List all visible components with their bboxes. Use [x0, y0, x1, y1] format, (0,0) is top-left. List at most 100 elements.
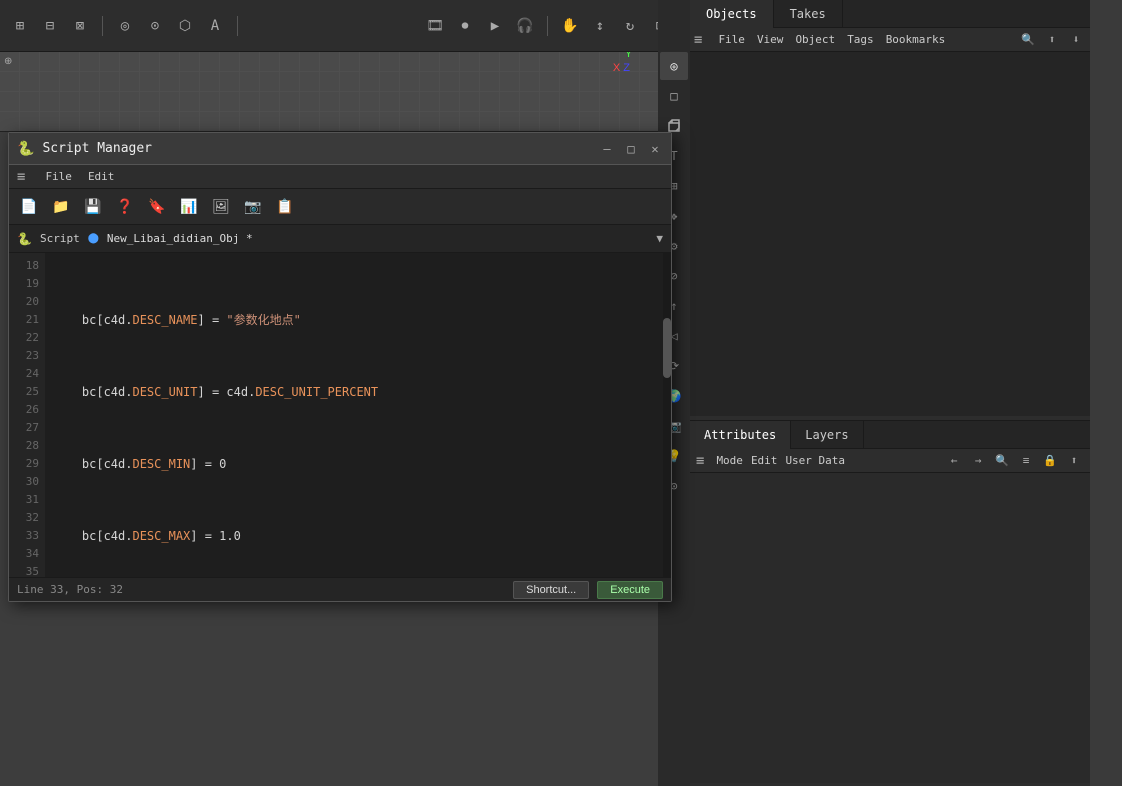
- script-dot-icon: ⬤: [88, 233, 99, 244]
- scrollbar-thumb[interactable]: [663, 318, 671, 378]
- film-icon[interactable]: 🎞: [423, 14, 447, 38]
- grid-icon[interactable]: ⊟: [38, 14, 62, 38]
- attr-menubar: ≡ Mode Edit User Data ← → 🔍 ≡ 🔒 ⬆: [690, 449, 1090, 473]
- attr-mode-menu[interactable]: Mode: [716, 454, 743, 467]
- tab-objects[interactable]: Objects: [690, 0, 774, 28]
- text-icon[interactable]: A: [203, 14, 227, 38]
- image-icon[interactable]: 🖼: [207, 193, 235, 221]
- tab-takes[interactable]: Takes: [774, 0, 843, 28]
- camera-icon: ⊕: [4, 56, 12, 67]
- attributes-content[interactable]: [690, 473, 1090, 783]
- shortcut-button[interactable]: Shortcut...: [513, 581, 589, 599]
- axis-z-label: Z: [623, 62, 630, 74]
- circle-icon[interactable]: ◎: [113, 14, 137, 38]
- script-python-icon: 🐍: [17, 141, 34, 157]
- code-line-19: bc[c4d.DESC_UNIT] = c4d.DESC_UNIT_PERCEN…: [53, 383, 663, 401]
- objects-panel: Objects Takes ≡ File View Object Tags Bo…: [690, 0, 1090, 420]
- script-selector: 🐍 Script ⬤ New_Libai_didian_Obj * ▼: [9, 225, 671, 253]
- script-menu-hamburger[interactable]: ≡: [17, 169, 25, 185]
- headset-icon[interactable]: 🎧: [513, 14, 537, 38]
- line-num-19: 19: [9, 275, 39, 293]
- code-editor[interactable]: 18 19 20 21 22 23 24 25 26 27 28 29 30 3…: [9, 253, 671, 577]
- objects-search-icon[interactable]: 🔍: [1018, 30, 1038, 50]
- objects-up-icon[interactable]: ⬆: [1042, 30, 1062, 50]
- viewport-grid: [0, 52, 680, 131]
- 3d-viewport[interactable]: X Z Y ⊕: [0, 52, 680, 132]
- separator-1: [102, 16, 103, 36]
- code-scrollbar[interactable]: [663, 253, 671, 577]
- top-toolbar: ⊞ ⊟ ⊠ ◎ ⊙ ⬡ A 🎞 ⏺ ▶ 🎧 ✋ ↕ ↻ ⊡: [0, 0, 680, 52]
- line-numbers: 18 19 20 21 22 23 24 25 26 27 28 29 30 3…: [9, 253, 45, 577]
- strip-cursor-icon[interactable]: ◎: [660, 52, 688, 80]
- script-title-left: 🐍 Script Manager: [17, 141, 152, 157]
- select-icon[interactable]: ⊠: [68, 14, 92, 38]
- line-num-21: 21: [9, 311, 39, 329]
- attr-back-icon[interactable]: ←: [944, 451, 964, 471]
- attr-search-icon[interactable]: 🔍: [992, 451, 1012, 471]
- line-num-24: 24: [9, 365, 39, 383]
- script-manager-window: 🐍 Script Manager — □ ✕ ≡ File Edit 📄 📁 💾…: [8, 132, 672, 602]
- line-num-35: 35: [9, 563, 39, 577]
- script-edit-menu[interactable]: Edit: [88, 170, 115, 183]
- script-menubar: ≡ File Edit: [9, 165, 671, 189]
- hand-icon[interactable]: ✋: [558, 14, 582, 38]
- target-icon[interactable]: ⊙: [143, 14, 167, 38]
- attr-userdata-menu[interactable]: User Data: [785, 454, 845, 467]
- script-dropdown-button[interactable]: ▼: [656, 232, 663, 245]
- new-file-icon[interactable]: 📄: [15, 193, 43, 221]
- script-statusbar: Line 33, Pos: 32 Shortcut... Execute: [9, 577, 671, 601]
- close-button[interactable]: ✕: [647, 141, 663, 157]
- line-num-25: 25: [9, 383, 39, 401]
- attr-up-icon[interactable]: ⬆: [1064, 451, 1084, 471]
- help-icon[interactable]: ❓: [111, 193, 139, 221]
- move-icon[interactable]: ⊞: [8, 14, 32, 38]
- minimize-button[interactable]: —: [599, 141, 615, 157]
- code-line-20: bc[c4d.DESC_MIN] = 0: [53, 455, 663, 473]
- objects-down-icon[interactable]: ⬇: [1066, 30, 1086, 50]
- axis-x-label: X: [613, 62, 620, 74]
- objects-file-menu[interactable]: File: [718, 33, 745, 46]
- objects-bookmarks-menu[interactable]: Bookmarks: [886, 33, 946, 46]
- line-num-30: 30: [9, 473, 39, 491]
- maximize-button[interactable]: □: [623, 141, 639, 157]
- attr-forward-icon[interactable]: →: [968, 451, 988, 471]
- tab-attributes[interactable]: Attributes: [690, 421, 791, 449]
- execute-button[interactable]: Execute: [597, 581, 663, 599]
- script-file-menu[interactable]: File: [45, 170, 72, 183]
- objects-menubar: ≡ File View Object Tags Bookmarks 🔍 ⬆ ⬇: [690, 28, 1090, 52]
- objects-list[interactable]: [690, 52, 1090, 416]
- line-num-33: 33: [9, 527, 39, 545]
- code-lines-container: 18 19 20 21 22 23 24 25 26 27 28 29 30 3…: [9, 253, 671, 577]
- objects-view-menu[interactable]: View: [757, 33, 784, 46]
- attr-filter-icon[interactable]: ≡: [1016, 451, 1036, 471]
- table-icon[interactable]: 📊: [175, 193, 203, 221]
- attr-lock-icon[interactable]: 🔒: [1040, 451, 1060, 471]
- tab-layers[interactable]: Layers: [791, 421, 863, 449]
- save-file-icon[interactable]: 💾: [79, 193, 107, 221]
- move2-icon[interactable]: ↕: [588, 14, 612, 38]
- bookmark-icon[interactable]: 🔖: [143, 193, 171, 221]
- objects-menu-icon[interactable]: ≡: [694, 32, 702, 48]
- record-icon[interactable]: ⏺: [453, 14, 477, 38]
- attr-menu-icon[interactable]: ≡: [696, 453, 704, 469]
- code-line-21: bc[c4d.DESC_MAX] = 1.0: [53, 527, 663, 545]
- rotate-icon[interactable]: ↻: [618, 14, 642, 38]
- screenshot-icon[interactable]: 📷: [239, 193, 267, 221]
- clipboard-icon[interactable]: 📋: [271, 193, 299, 221]
- hex-icon[interactable]: ⬡: [173, 14, 197, 38]
- line-num-34: 34: [9, 545, 39, 563]
- objects-tags-menu[interactable]: Tags: [847, 33, 874, 46]
- line-num-27: 27: [9, 419, 39, 437]
- attributes-panel: Attributes Layers ≡ Mode Edit User Data …: [690, 420, 1090, 786]
- line-num-29: 29: [9, 455, 39, 473]
- attr-edit-menu[interactable]: Edit: [751, 454, 778, 467]
- cursor-position: Line 33, Pos: 32: [17, 583, 123, 596]
- objects-object-menu[interactable]: Object: [795, 33, 835, 46]
- open-file-icon[interactable]: 📁: [47, 193, 75, 221]
- play-icon[interactable]: ▶: [483, 14, 507, 38]
- strip-rect-icon[interactable]: □: [660, 82, 688, 110]
- line-num-23: 23: [9, 347, 39, 365]
- viewport-camera-label: ⊕: [4, 56, 12, 67]
- script-python-badge: 🐍: [17, 232, 32, 246]
- code-content[interactable]: bc[c4d.DESC_NAME] = "参数化地点" bc[c4d.DESC_…: [45, 253, 671, 577]
